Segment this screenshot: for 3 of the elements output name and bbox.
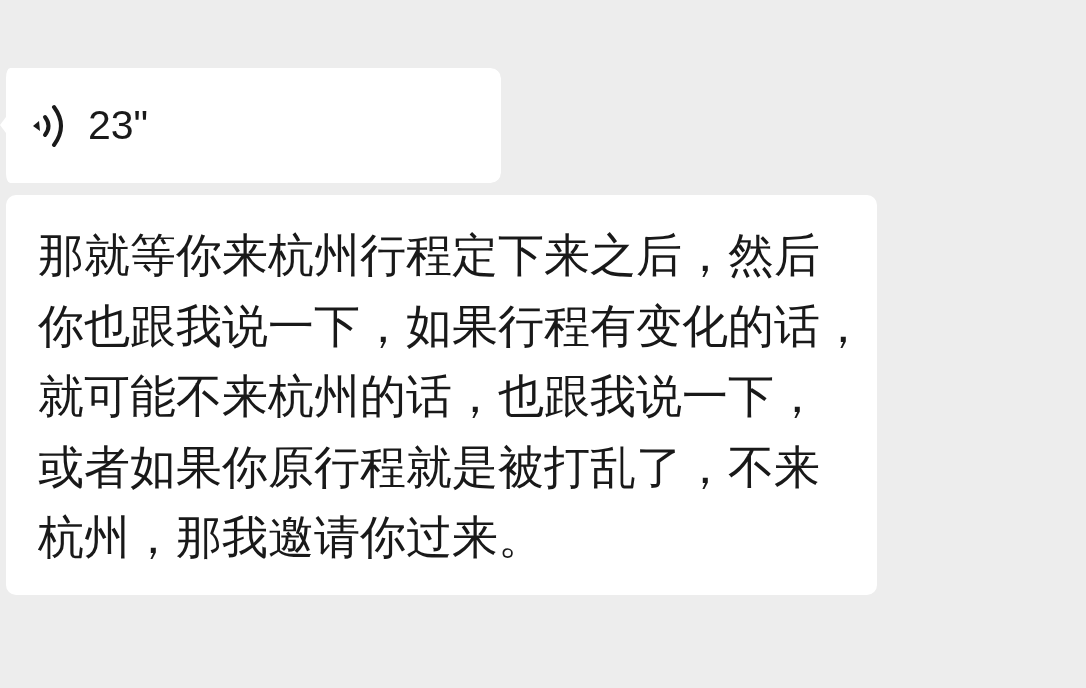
message-text: 那就等你来杭州行程定下来之后，然后 你也跟我说一下，如果行程有变化的话， 就可能不来杭州的话，也跟我说一下， 或者如果你原行程就是被打乱了，不来 杭州，那我邀请你过来。 xyxy=(38,227,866,566)
voice-message-bubble[interactable]: 23" xyxy=(0,68,501,183)
sound-waves-icon xyxy=(32,103,66,148)
